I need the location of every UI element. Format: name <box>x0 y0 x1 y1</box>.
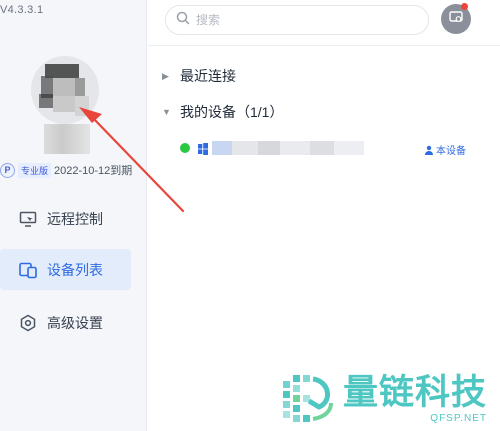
avatar-blur <box>44 124 90 154</box>
sidebar-item-label: 远程控制 <box>47 210 103 227</box>
hexagon-settings-icon <box>18 313 38 333</box>
online-status-icon <box>180 143 190 153</box>
caret-down-icon: ▼ <box>162 107 171 117</box>
watermark: 量链科技 QFSP.NET <box>279 371 487 427</box>
search-input[interactable] <box>196 13 416 27</box>
caret-right-icon: ▶ <box>162 70 169 81</box>
remote-monitor-icon <box>18 209 38 229</box>
windows-icon <box>198 142 208 155</box>
watermark-brand-cn: 量链科技 <box>343 373 488 413</box>
group-my-devices[interactable]: ▼ 我的设备（1/1） <box>162 102 283 122</box>
plan-badge: 专业版 <box>18 162 52 178</box>
account-plan: P 专业版 2022-10-12到期 <box>0 162 132 178</box>
brand-logo-icon <box>283 375 333 422</box>
header-divider <box>148 45 500 46</box>
sidebar-item-device-list[interactable]: 设备列表 <box>0 249 131 290</box>
watermark-brand-en: QFSP.NET <box>430 413 488 424</box>
group-label: 我的设备（1/1） <box>180 104 284 120</box>
device-list-icon <box>18 260 38 280</box>
device-name-blurred <box>212 141 364 155</box>
plan-expiry-date: 2022-10-12到期 <box>54 165 133 177</box>
app-version: V4.3.3.1 <box>0 4 44 16</box>
notification-dot <box>461 3 468 10</box>
avatar[interactable] <box>31 56 99 124</box>
user-icon <box>425 145 433 155</box>
search-icon <box>176 11 190 30</box>
sidebar-item-label: 设备列表 <box>47 261 103 278</box>
this-device-tag: 本设备 <box>424 142 466 157</box>
message-bell-icon <box>448 9 464 30</box>
sidebar-item-label: 高级设置 <box>47 314 103 331</box>
group-recent-connections[interactable]: ▶ 最近连接 <box>162 66 236 86</box>
pro-plan-icon: P <box>0 162 15 178</box>
group-label: 最近连接 <box>180 68 236 84</box>
search-bar[interactable] <box>165 5 429 35</box>
sidebar: V4.3.3.1 P 专业版 2022-10-12到期 远程控制 设备列表 高级… <box>0 0 147 431</box>
sidebar-item-advanced-settings[interactable]: 高级设置 <box>0 302 131 343</box>
sidebar-item-remote-control[interactable]: 远程控制 <box>0 198 131 239</box>
